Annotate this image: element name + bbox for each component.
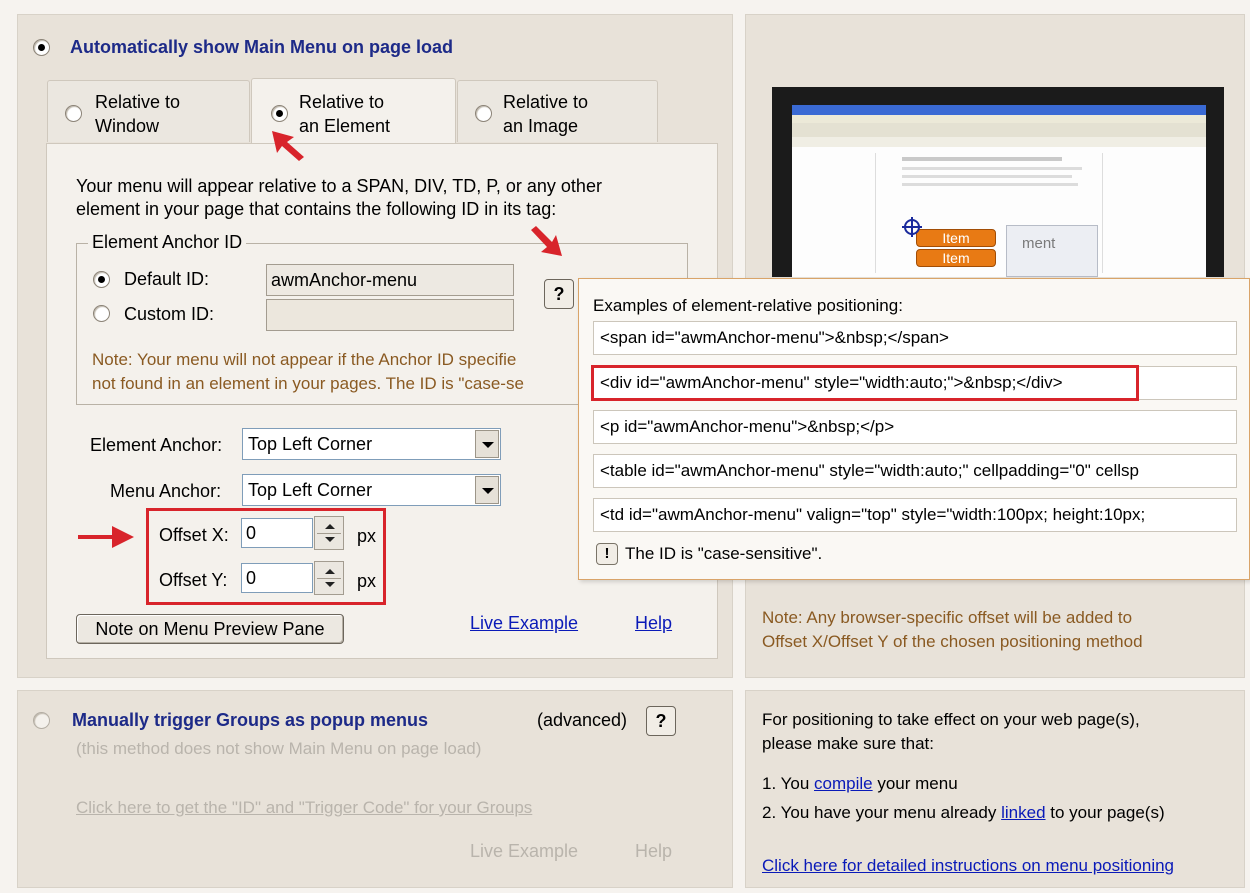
offset-x-spinner[interactable]	[314, 516, 344, 550]
tab-radio-image[interactable]	[475, 105, 492, 122]
custom-id-radio[interactable]	[93, 305, 110, 322]
linked-link[interactable]: linked	[1001, 803, 1045, 822]
preview-heading	[902, 157, 1062, 161]
red-arrow-icon	[78, 526, 134, 548]
examples-popup: Examples of element-relative positioning…	[578, 278, 1250, 580]
crosshair-icon	[902, 217, 922, 237]
preview-menubar	[792, 115, 1206, 123]
example-table[interactable]: <table id="awmAnchor-menu" style="width:…	[593, 454, 1237, 488]
menu-preview-pane: ment Item Item	[772, 87, 1224, 277]
live-example-link[interactable]: Live Example	[470, 613, 578, 634]
positioning-instructions-link[interactable]: Click here for detailed instructions on …	[762, 856, 1174, 876]
description-line1: Your menu will appear relative to a SPAN…	[76, 176, 602, 196]
red-arrow-icon	[272, 131, 304, 161]
instructions-step2: 2. You have your menu already linked to …	[762, 803, 1165, 823]
offset-y-unit: px	[357, 571, 377, 591]
element-anchor-value: Top Left Corner	[248, 434, 373, 454]
preview-text-line	[902, 167, 1082, 170]
preview-addressbar	[792, 137, 1206, 147]
tab-label-window-line1: Relative to	[95, 92, 181, 112]
compile-link[interactable]: compile	[814, 774, 873, 793]
manual-trigger-title: Manually trigger Groups as popup menus	[72, 710, 429, 730]
help-link[interactable]: Help	[635, 613, 672, 634]
preview-right-column	[1102, 153, 1192, 273]
tab-radio-element[interactable]	[271, 105, 288, 122]
tab-label-image-line1: Relative to	[503, 92, 589, 112]
description-line2: element in your page that contains the f…	[76, 199, 557, 219]
element-anchor-select[interactable]: Top Left Corner	[242, 428, 501, 460]
info-icon: !	[596, 543, 618, 565]
default-id-field[interactable]: awmAnchor-menu	[266, 264, 514, 296]
preview-left-column	[806, 153, 876, 273]
manual-trigger-radio[interactable]	[33, 712, 50, 729]
chevron-down-icon[interactable]	[475, 430, 499, 458]
manual-live-example-link[interactable]: Live Example	[470, 841, 578, 862]
element-anchor-label: Element Anchor:	[90, 435, 223, 455]
preview-note-line1: Note: Any browser-specific offset will b…	[762, 608, 1133, 627]
preview-menu-item-1-label: Item	[942, 230, 970, 246]
preview-menu-item-2: Item	[916, 249, 996, 267]
menu-anchor-value: Top Left Corner	[248, 480, 373, 500]
step2-prefix: 2. You have your menu already	[762, 803, 1002, 822]
anchor-note-line1: Note: Your menu will not appear if the A…	[92, 350, 517, 369]
menu-anchor-select[interactable]: Top Left Corner	[242, 474, 501, 506]
tab-relative-image[interactable]: Relative to an Image	[457, 80, 658, 142]
instructions-line2: please make sure that:	[762, 734, 934, 753]
manual-subtitle: (this method does not show Main Menu on …	[76, 739, 482, 758]
anchor-id-group-title: Element Anchor ID	[88, 232, 247, 253]
tab-radio-window[interactable]	[65, 105, 82, 122]
step1-prefix: 1. You	[762, 774, 815, 793]
red-arrow-icon	[531, 226, 562, 256]
chevron-down-icon[interactable]	[475, 476, 499, 504]
example-span[interactable]: <span id="awmAnchor-menu">&nbsp;</span>	[593, 321, 1237, 355]
preview-note-line2: Offset X/Offset Y of the chosen position…	[762, 632, 1143, 651]
tab-label-image-line2: an Image	[503, 116, 579, 136]
manual-help-button[interactable]: ?	[646, 706, 676, 736]
offset-x-label: Offset X:	[159, 525, 229, 545]
example-p[interactable]: <p id="awmAnchor-menu">&nbsp;</p>	[593, 410, 1237, 444]
anchor-id-help-button[interactable]: ?	[544, 279, 574, 309]
auto-show-radio[interactable]	[33, 39, 50, 56]
preview-text-line	[902, 183, 1078, 186]
preview-anchor-text: ment	[1022, 235, 1056, 252]
offset-x-input[interactable]: 0	[241, 518, 313, 548]
preview-menu-item-1: Item	[916, 229, 996, 247]
popup-title: Examples of element-relative positioning…	[593, 296, 903, 315]
step1-suffix: your menu	[872, 774, 958, 793]
preview-menu-item-2-label: Item	[942, 250, 970, 266]
default-id-radio[interactable]	[93, 271, 110, 288]
step2-suffix: to your page(s)	[1045, 803, 1165, 822]
offset-y-label: Offset Y:	[159, 570, 228, 590]
default-id-label: Default ID:	[124, 269, 210, 289]
anchor-note-line2: not found in an element in your pages. T…	[92, 374, 524, 393]
manual-advanced-label: (advanced)	[537, 710, 628, 730]
tab-relative-window[interactable]: Relative to Window	[47, 80, 250, 142]
div-example-highlight	[591, 365, 1139, 401]
trigger-code-link[interactable]: Click here to get the "ID" and "Trigger …	[76, 798, 532, 818]
preview-browser-screenshot: ment Item Item	[792, 105, 1206, 277]
case-sensitive-note: The ID is "case-sensitive".	[625, 544, 823, 563]
instructions-step1: 1. You compile your menu	[762, 774, 958, 794]
manual-help-link[interactable]: Help	[635, 841, 672, 862]
custom-id-field[interactable]	[266, 299, 514, 331]
menu-anchor-label: Menu Anchor:	[110, 481, 222, 501]
offset-x-unit: px	[357, 526, 377, 546]
tab-label-element-line1: Relative to	[299, 92, 385, 112]
auto-show-title: Automatically show Main Menu on page loa…	[70, 37, 454, 57]
preview-text-line	[902, 175, 1072, 178]
tab-label-element-line2: an Element	[299, 116, 391, 136]
example-td[interactable]: <td id="awmAnchor-menu" valign="top" sty…	[593, 498, 1237, 532]
note-preview-pane-button[interactable]: Note on Menu Preview Pane	[76, 614, 344, 644]
tab-label-window-line2: Window	[95, 116, 160, 136]
custom-id-label: Custom ID:	[124, 304, 215, 324]
preview-titlebar	[792, 105, 1206, 115]
instructions-line1: For positioning to take effect on your w…	[762, 710, 1140, 729]
offset-y-spinner[interactable]	[314, 561, 344, 595]
offset-y-input[interactable]: 0	[241, 563, 313, 593]
preview-toolbar	[792, 123, 1206, 137]
